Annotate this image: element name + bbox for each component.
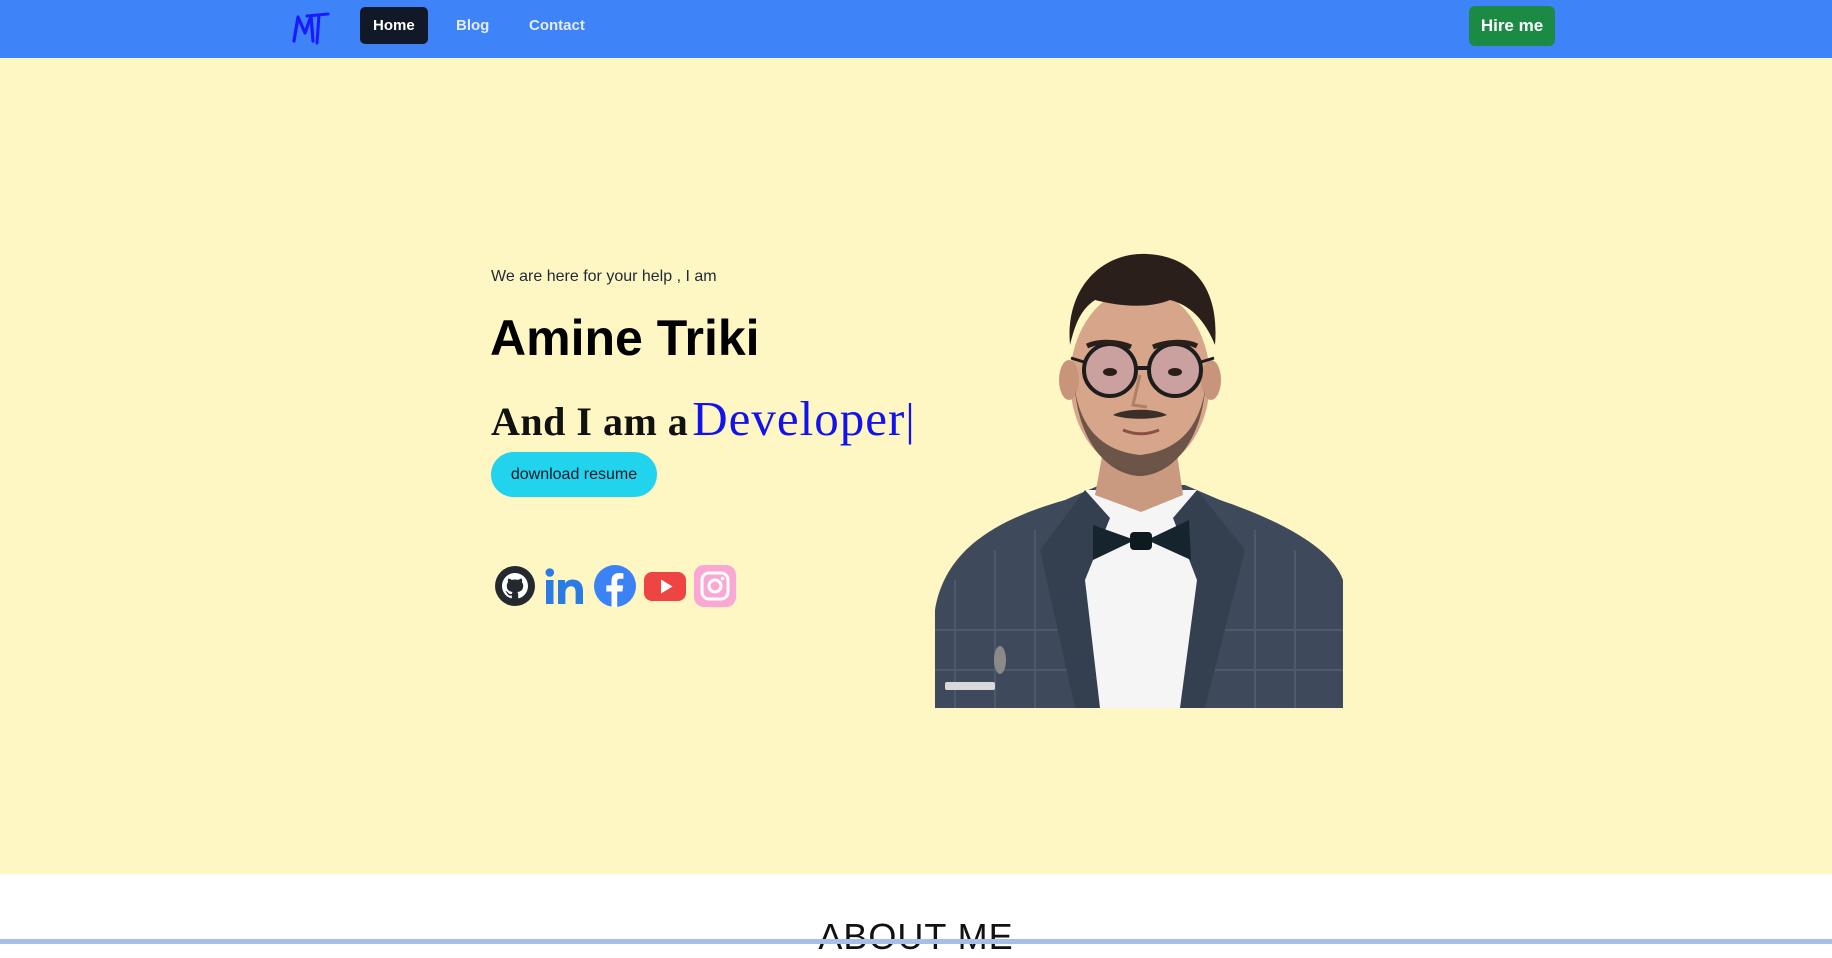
role-typed-word: Developer (692, 391, 906, 446)
hire-me-button[interactable]: Hire me (1469, 6, 1555, 46)
about-heading: ABOUT ME (818, 916, 1014, 957)
instagram-icon[interactable] (693, 564, 737, 608)
page-bottom-edge (0, 939, 1832, 944)
nav-contact-link[interactable]: Contact (516, 7, 598, 44)
github-icon[interactable] (493, 564, 537, 608)
typing-cursor: | (905, 394, 915, 445)
hero-intro-text: We are here for your help , I am (491, 268, 717, 285)
role-prefix-text: And I am a (491, 399, 689, 444)
profile-photo (935, 253, 1343, 708)
linkedin-icon[interactable] (543, 564, 587, 608)
facebook-icon[interactable] (593, 564, 637, 608)
nav-home-link[interactable]: Home (360, 7, 428, 44)
hero-name-heading: Amine Triki (490, 310, 760, 366)
site-logo[interactable] (290, 7, 332, 49)
download-resume-button[interactable]: download resume (491, 452, 657, 497)
hero-section (0, 58, 1832, 874)
youtube-icon[interactable] (643, 564, 687, 608)
top-navbar: Home Blog Contact Hire me (0, 0, 1832, 58)
nav-blog-link[interactable]: Blog (443, 7, 502, 44)
hero-role-line: And I am a Developer| (491, 390, 915, 447)
